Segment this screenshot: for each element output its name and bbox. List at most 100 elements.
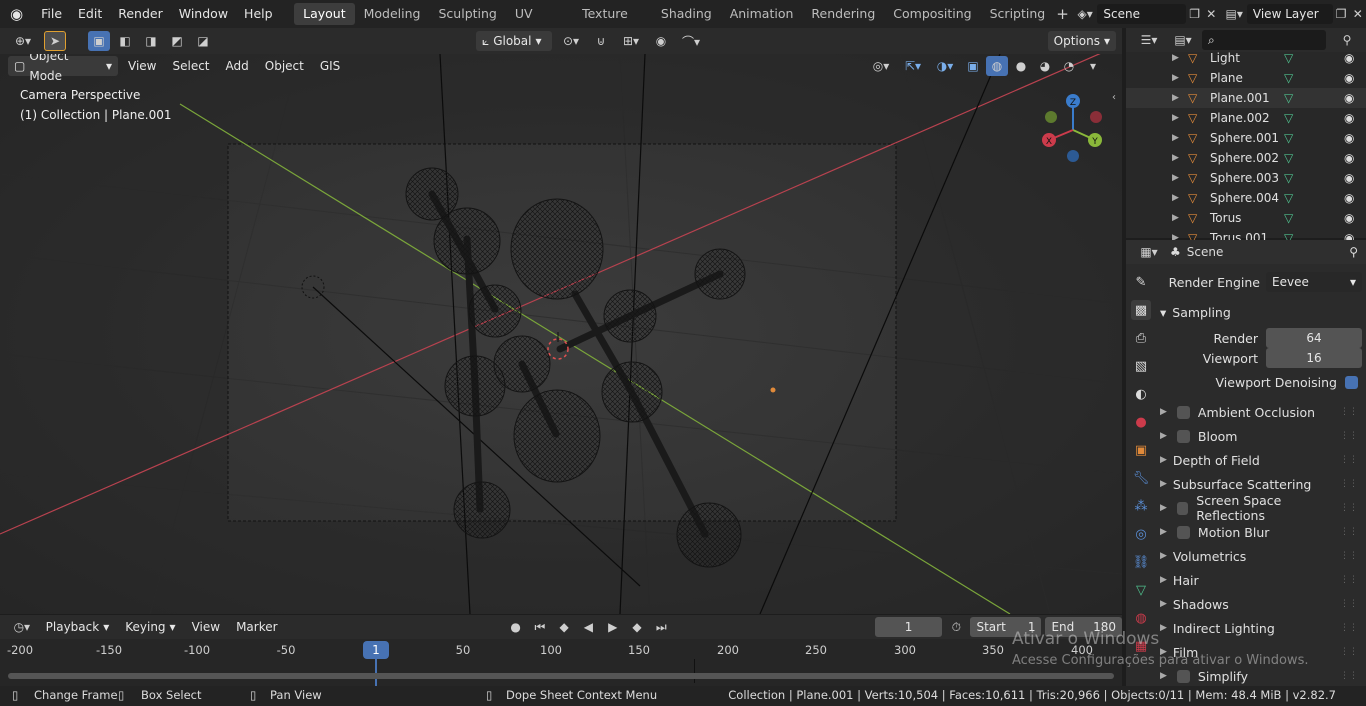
panel-enable-checkbox[interactable] [1176, 501, 1189, 515]
tab-compositing[interactable]: Compositing [884, 3, 980, 25]
wireframe-shading-icon[interactable]: ◍ [986, 56, 1008, 76]
data-tab-icon[interactable]: ▽ [1131, 580, 1151, 600]
drag-handle-icon[interactable]: ⋮⋮ [1340, 527, 1358, 537]
drag-handle-icon[interactable]: ⋮⋮ [1340, 503, 1358, 513]
drag-handle-icon[interactable]: ⋮⋮ [1340, 671, 1358, 681]
panel-enable-checkbox[interactable] [1176, 525, 1190, 539]
tab-rendering[interactable]: Rendering [802, 3, 884, 25]
tab-scripting[interactable]: Scripting [981, 3, 1055, 25]
play-reverse-icon[interactable]: ◀ [578, 617, 598, 637]
panel-enable-checkbox[interactable] [1176, 405, 1190, 419]
viewport-scene[interactable] [0, 54, 1122, 614]
proportional-edit-icon[interactable]: ◉ [650, 31, 672, 51]
outliner-item[interactable]: ▶ ▽ Plane ▽ ◉ [1126, 68, 1366, 88]
pivot-point-icon[interactable]: ⊙▾ [556, 31, 586, 51]
drag-handle-icon[interactable]: ⋮⋮ [1340, 407, 1358, 417]
tab-animation[interactable]: Animation [721, 3, 803, 25]
outliner-item[interactable]: ▶ ▽ Torus ▽ ◉ [1126, 208, 1366, 228]
drag-handle-icon[interactable]: ⋮⋮ [1340, 647, 1358, 657]
tab-texture-paint[interactable]: Texture Paint [573, 3, 652, 43]
view-layer-field[interactable]: View Layer [1246, 4, 1333, 24]
keying-menu[interactable]: Keying ▾ [119, 617, 181, 637]
eye-icon[interactable]: ◉ [1344, 131, 1354, 145]
panel-header[interactable]: ▶ Volumetrics ⋮⋮ [1156, 544, 1362, 568]
snap-toggle-icon[interactable]: ⊍ [590, 31, 612, 51]
marker-menu[interactable]: Marker [230, 617, 283, 637]
drag-handle-icon[interactable]: ⋮⋮ [1340, 479, 1358, 489]
panel-header[interactable]: ▶ Screen Space Reflections ⋮⋮ [1156, 493, 1362, 523]
outliner-item[interactable]: ▶ ▽ Sphere.001 ▽ ◉ [1126, 128, 1366, 148]
record-icon[interactable]: ● [505, 617, 525, 637]
next-keyframe-icon[interactable]: ◆ [627, 617, 647, 637]
drag-handle-icon[interactable]: ⋮⋮ [1340, 431, 1358, 441]
menu-file[interactable]: File [33, 0, 70, 28]
menu-help[interactable]: Help [236, 0, 281, 28]
overlay-toggle-icon[interactable]: ◑▾ [930, 56, 960, 76]
expand-arrow-icon[interactable]: ▶ [1172, 53, 1179, 63]
drag-handle-icon[interactable]: ⋮⋮ [1340, 623, 1358, 633]
eye-icon[interactable]: ◉ [1344, 71, 1354, 85]
light-origin-icon[interactable] [770, 387, 776, 393]
world-tab-icon[interactable]: ● [1131, 412, 1151, 432]
delete-view-layer-icon[interactable]: ✕ [1349, 4, 1366, 24]
render-engine-dropdown[interactable]: Eevee ▾ [1266, 272, 1362, 292]
expand-arrow-icon[interactable]: ▶ [1172, 73, 1179, 83]
options-dropdown[interactable]: Options ▾ [1047, 31, 1116, 51]
jump-end-icon[interactable]: ⏭ [651, 617, 671, 637]
add-menu[interactable]: Add [220, 56, 255, 76]
expand-arrow-icon[interactable]: ▶ [1172, 113, 1179, 123]
playback-menu[interactable]: Playback ▾ [40, 617, 116, 637]
expand-arrow-icon[interactable]: ▶ [1172, 173, 1179, 183]
drag-handle-icon[interactable]: ⋮⋮ [1340, 599, 1358, 609]
prev-keyframe-icon[interactable]: ◆ [554, 617, 574, 637]
box-mode-extend-icon[interactable]: ◧ [114, 31, 136, 51]
outliner-search-input[interactable]: ⌕ [1202, 30, 1326, 50]
sampling-panel-header[interactable]: ▾ Sampling [1156, 300, 1362, 324]
preview-range-icon[interactable]: ⏱ [946, 617, 966, 637]
shading-options-icon[interactable]: ▾ [1082, 56, 1104, 76]
select-tool-icon[interactable]: ➤ [44, 31, 66, 51]
timeline-view-menu[interactable]: View [186, 617, 226, 637]
solid-shading-icon[interactable]: ● [1010, 56, 1032, 76]
falloff-icon[interactable]: ⌒▾ [676, 31, 706, 51]
panel-header[interactable]: ▶ Shadows ⋮⋮ [1156, 592, 1362, 616]
menu-window[interactable]: Window [171, 0, 236, 28]
eye-icon[interactable]: ◉ [1344, 51, 1354, 65]
rendered-shading-icon[interactable]: ◔ [1058, 56, 1080, 76]
jump-start-icon[interactable]: ⏮ [530, 617, 550, 637]
visibility-icon[interactable]: ◎▾ [866, 56, 896, 76]
panel-enable-checkbox[interactable] [1176, 429, 1190, 443]
snap-target-icon[interactable]: ⊞▾ [616, 31, 646, 51]
blender-logo-icon[interactable]: ◉ [0, 0, 33, 28]
expand-arrow-icon[interactable]: ▶ [1172, 93, 1179, 103]
properties-editor-type-icon[interactable]: ▦▾ [1134, 242, 1164, 262]
playhead[interactable]: 1 [363, 641, 389, 659]
panel-header[interactable]: ▶ Ambient Occlusion ⋮⋮ [1156, 400, 1362, 424]
new-scene-icon[interactable]: ❐ [1186, 4, 1203, 24]
xray-toggle-icon[interactable]: ▣ [962, 56, 984, 76]
outliner-item[interactable]: ▶ ▽ Sphere.004 ▽ ◉ [1126, 188, 1366, 208]
expand-arrow-icon[interactable]: ▶ [1172, 213, 1179, 223]
new-view-layer-icon[interactable]: ❐ [1333, 4, 1350, 24]
sidebar-toggle-icon[interactable]: ‹ [1112, 92, 1116, 103]
outliner-item[interactable]: ▶ ▽ Light ▽ ◉ [1126, 48, 1366, 68]
object-menu[interactable]: Object [259, 56, 310, 76]
expand-arrow-icon[interactable]: ▶ [1172, 153, 1179, 163]
panel-header[interactable]: ▶ Depth of Field ⋮⋮ [1156, 448, 1362, 472]
gizmo-toggle-icon[interactable]: ⇱▾ [898, 56, 928, 76]
eye-icon[interactable]: ◉ [1344, 151, 1354, 165]
object-mode-dropdown[interactable]: ▢ Object Mode ▾ [8, 54, 118, 83]
panel-header[interactable]: ▶ Bloom ⋮⋮ [1156, 424, 1362, 448]
tab-shading[interactable]: Shading [652, 3, 721, 25]
add-workspace-icon[interactable]: + [1054, 4, 1071, 24]
delete-scene-icon[interactable]: ✕ [1203, 4, 1220, 24]
pin-icon[interactable]: ⚲ [1349, 245, 1358, 259]
constraints-tab-icon[interactable]: ⛓︎ [1131, 552, 1151, 572]
gis-menu[interactable]: GIS [314, 56, 346, 76]
scene-selector-icon[interactable]: ◈▾ [1077, 4, 1094, 24]
eye-icon[interactable]: ◉ [1344, 171, 1354, 185]
viewport-denoising-row[interactable]: Viewport Denoising [1156, 370, 1362, 394]
timeline-ruler[interactable]: -200 -150 -100 -50 50 100 150 200 250 300 350 400 [0, 639, 1122, 687]
outliner-item[interactable]: ▶ ▽ Plane.001 ▽ ◉ [1126, 88, 1366, 108]
timeline-editor-type-icon[interactable]: ◷▾ [8, 617, 36, 637]
